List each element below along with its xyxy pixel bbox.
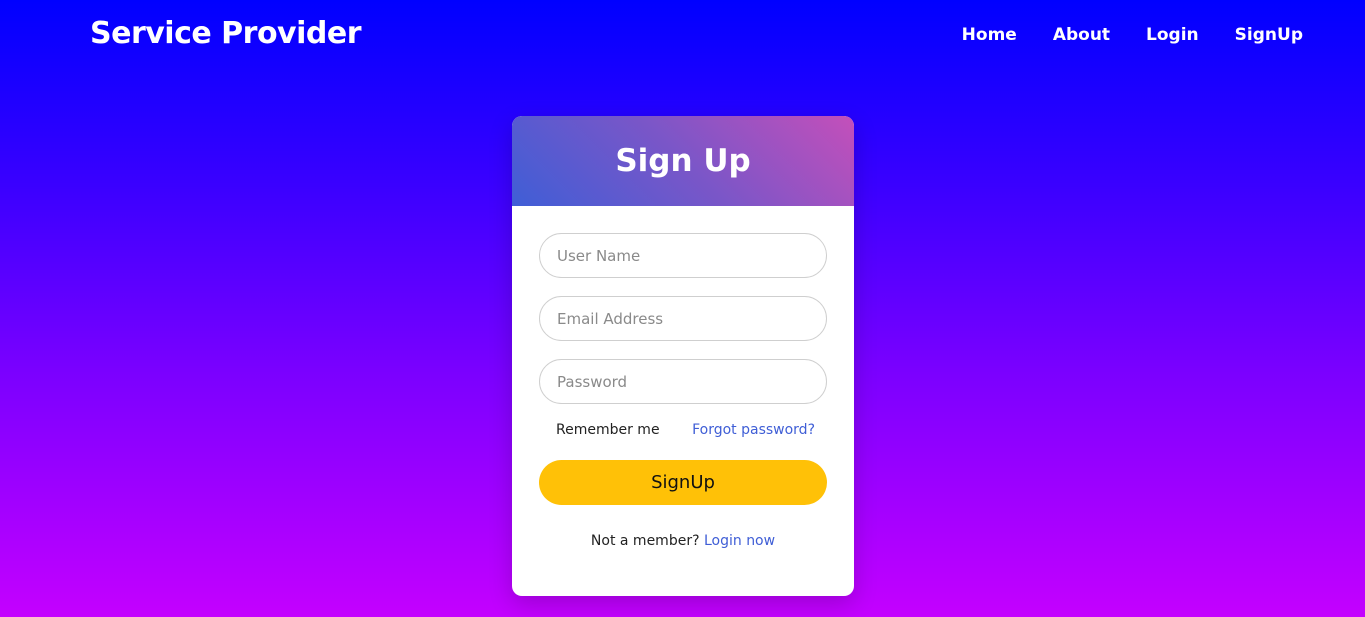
- form-options-row: Remember me Forgot password?: [539, 418, 827, 442]
- forgot-password-link[interactable]: Forgot password?: [692, 422, 815, 438]
- nav-link-signup[interactable]: SignUp: [1235, 23, 1303, 47]
- brand-logo-text[interactable]: Service Provider: [90, 14, 362, 54]
- nav-link-home[interactable]: Home: [962, 23, 1017, 47]
- signup-form: Remember me Forgot password? SignUp Not …: [512, 206, 854, 549]
- signup-title: Sign Up: [615, 143, 751, 179]
- login-now-link[interactable]: Login now: [704, 533, 775, 549]
- signup-submit-button[interactable]: SignUp: [539, 460, 827, 505]
- nav-link-about[interactable]: About: [1053, 23, 1110, 47]
- email-input[interactable]: [539, 296, 827, 341]
- password-input[interactable]: [539, 359, 827, 404]
- remember-me-label[interactable]: Remember me: [556, 422, 660, 438]
- top-navbar: Service Provider Home About Login SignUp: [0, 0, 1365, 70]
- login-prompt: Not a member? Login now: [539, 533, 827, 549]
- signup-card-header: Sign Up: [512, 116, 854, 206]
- signup-card: Sign Up Remember me Forgot password? Sig…: [512, 116, 854, 596]
- nav-links: Home About Login SignUp: [962, 23, 1303, 47]
- nav-link-login[interactable]: Login: [1146, 23, 1199, 47]
- username-input[interactable]: [539, 233, 827, 278]
- login-prompt-text: Not a member?: [590, 533, 700, 549]
